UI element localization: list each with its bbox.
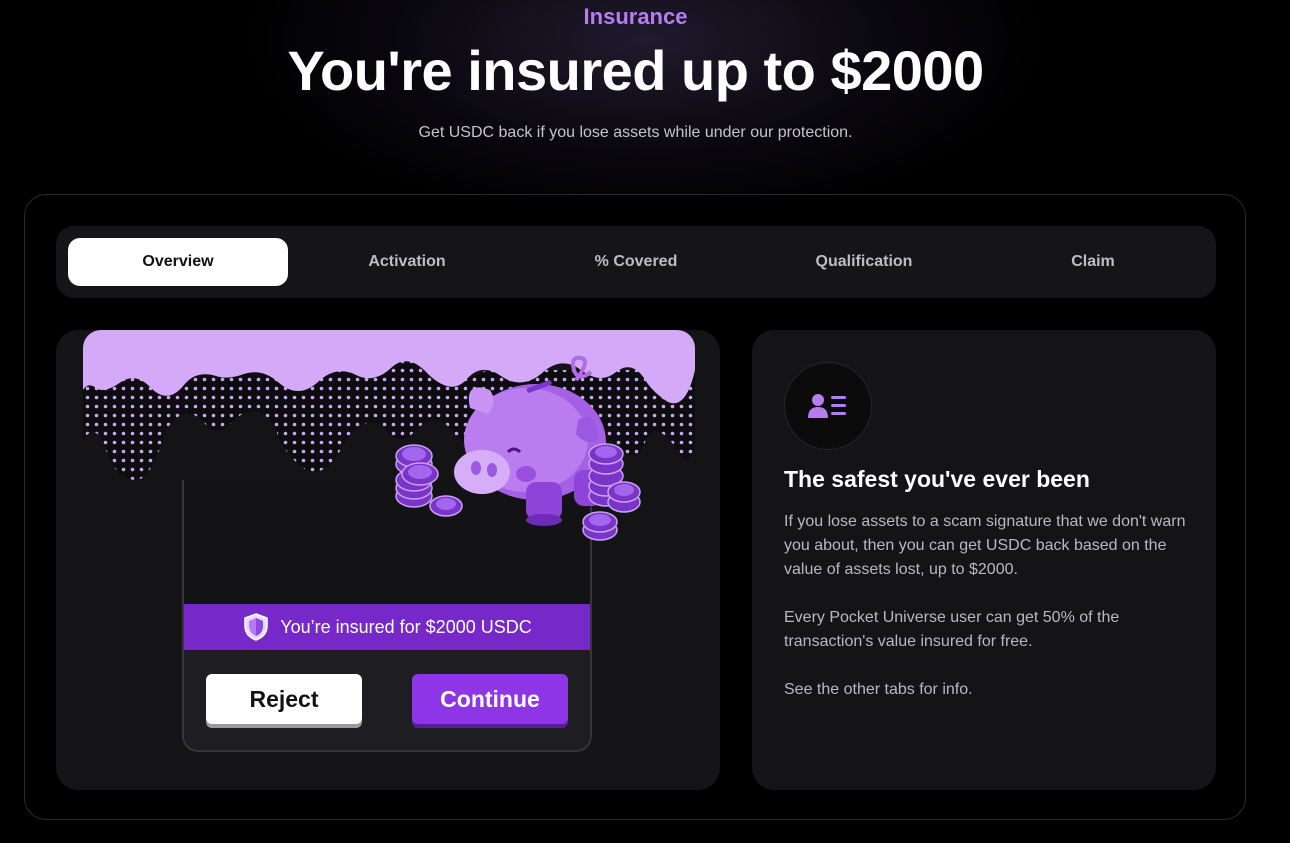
page-title: You're insured up to $2000 [287,39,984,102]
shield-icon [244,613,268,641]
info-title: The safest you've ever been [784,466,1090,492]
coin-stack-icon [395,444,463,517]
continue-button[interactable]: Continue [412,674,568,724]
tab-activation[interactable]: Activation [297,238,517,286]
info-panel: The safest you've ever been If you lose … [752,330,1216,790]
tab-overview[interactable]: Overview [68,238,288,286]
insured-banner-text: You’re insured for $2000 USDC [280,616,532,637]
reject-button[interactable]: Reject [206,674,362,724]
tab-covered[interactable]: % Covered [526,238,746,286]
tab-qualification[interactable]: Qualification [754,238,974,286]
info-paragraph: Every Pocket Universe user can get 50% o… [784,609,1120,650]
info-paragraph: See the other tabs for info. [784,681,973,698]
page-subtitle: Get USDC back if you lose assets while u… [418,124,853,141]
tab-bar: Overview Activation % Covered Qualificat… [56,226,1216,298]
coin-stack-icon [582,443,641,541]
tab-claim[interactable]: Claim [983,238,1203,286]
section-eyebrow: Insurance [583,4,688,29]
info-paragraph: If you lose assets to a scam signature t… [784,513,1186,578]
header-glow [245,0,1045,220]
illustration-panel: You’re insured for $2000 USDC Reject Con… [56,330,720,790]
user-card-icon [784,362,872,450]
insured-banner: You’re insured for $2000 USDC [184,604,590,650]
